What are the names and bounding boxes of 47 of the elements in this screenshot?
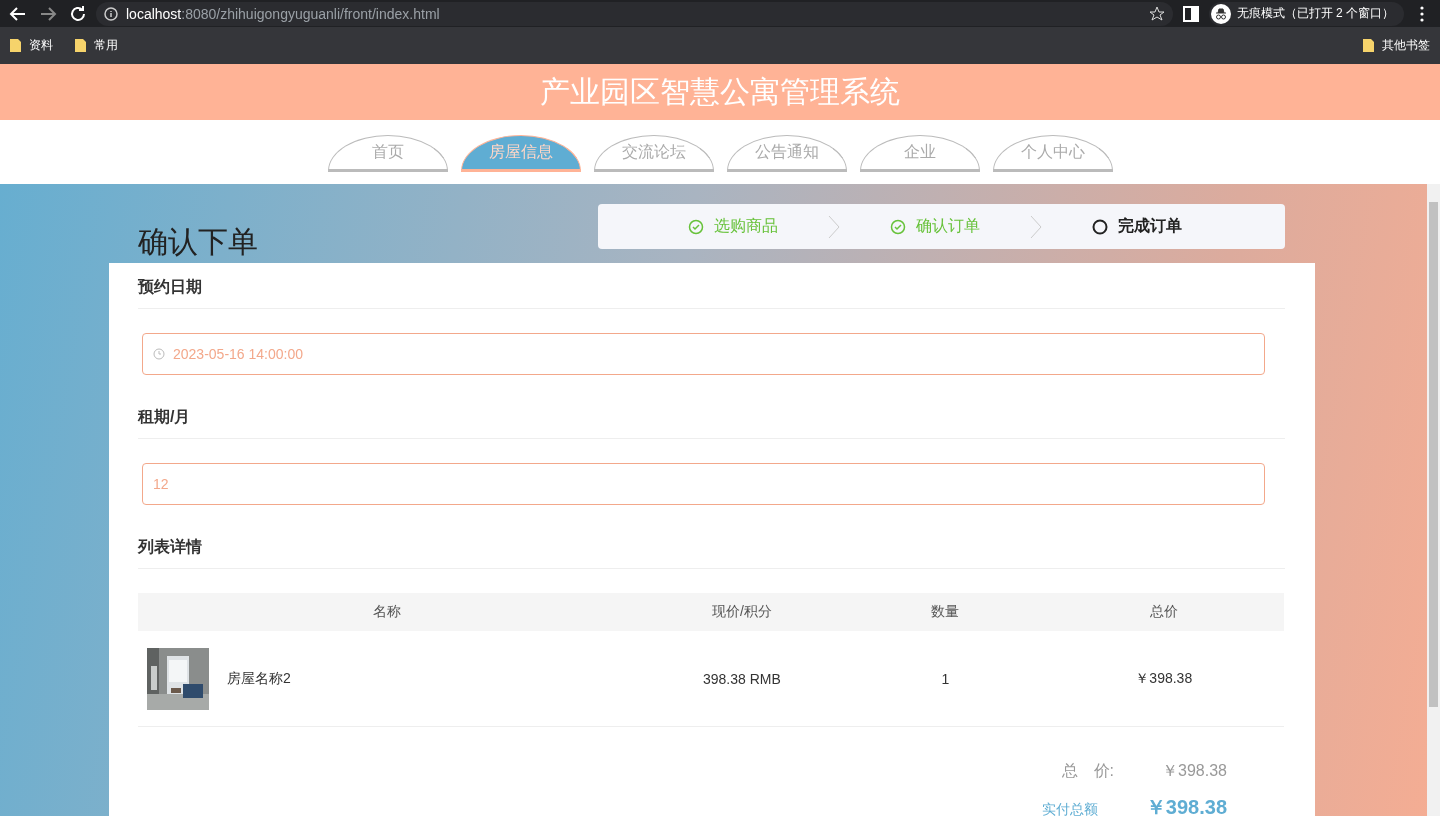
star-icon[interactable]: [1148, 5, 1165, 22]
table-cell: 398.38 RMB: [702, 670, 781, 687]
bookmark[interactable]: 常用: [75, 37, 118, 54]
nav-tab[interactable]: 个人中心: [992, 135, 1113, 172]
page-title: 确认下单: [138, 224, 258, 260]
url-text: localhost:8080/zhihuigongyuguanli/front/index.html: [126, 5, 440, 22]
check-circle-icon: [688, 218, 704, 235]
nav-tab[interactable]: 公告通知: [726, 135, 847, 172]
step-label: 选购商品: [688, 216, 778, 237]
table-cell: 房屋名称2: [227, 669, 291, 688]
incognito-icon: [1210, 3, 1231, 24]
folder-icon: [75, 39, 86, 52]
clock-icon: [153, 348, 165, 360]
chevron-icon: [1030, 214, 1042, 239]
table-cell: ￥398.38: [1135, 669, 1193, 686]
step-label: 完成订单: [1092, 216, 1182, 237]
site-title: 产业园区智慧公寓管理系统: [540, 73, 900, 110]
summary-value: ￥398.38: [1162, 761, 1227, 781]
field-label: 租期/月: [138, 407, 1285, 439]
check-circle-icon: [890, 218, 906, 235]
nav-tab[interactable]: 交流论坛: [593, 135, 714, 172]
scrollbar[interactable]: [1427, 184, 1440, 816]
nav-tab[interactable]: 房屋信息: [460, 135, 581, 172]
section-title: 列表详情: [138, 537, 1285, 569]
table-cell: 1: [941, 670, 950, 687]
input-field[interactable]: 2023-05-16 14:00:00: [142, 333, 1265, 375]
summary-label: 总 价:: [1061, 761, 1115, 781]
field-label: 预约日期: [138, 277, 1285, 309]
incognito-button[interactable]: 无痕模式（已打开 2 个窗口）: [1208, 1, 1404, 26]
nav-tab[interactable]: 首页: [327, 135, 448, 172]
input-field[interactable]: 12: [142, 463, 1265, 505]
other-bookmarks[interactable]: 其他书签: [1363, 37, 1430, 54]
folder-icon: [10, 39, 21, 52]
bookmark[interactable]: 资料: [10, 37, 53, 54]
address-bar[interactable]: localhost:8080/zhihuigongyuguanli/front/index.html: [96, 1, 1173, 26]
folder-icon: [1363, 39, 1374, 52]
column-header: 名称: [373, 603, 402, 619]
nav-tab[interactable]: 企业: [859, 135, 980, 172]
column-header: 总价: [1149, 603, 1178, 619]
column-header: 现价/积分: [711, 603, 772, 619]
chevron-icon: [828, 214, 840, 239]
circle-icon: [1092, 218, 1108, 235]
step-label: 确认订单: [890, 216, 980, 237]
info-icon[interactable]: [104, 6, 118, 21]
summary-value: ￥398.38: [1145, 795, 1227, 816]
summary-label: 实付总额: [1041, 801, 1098, 816]
column-header: 数量: [931, 603, 960, 619]
